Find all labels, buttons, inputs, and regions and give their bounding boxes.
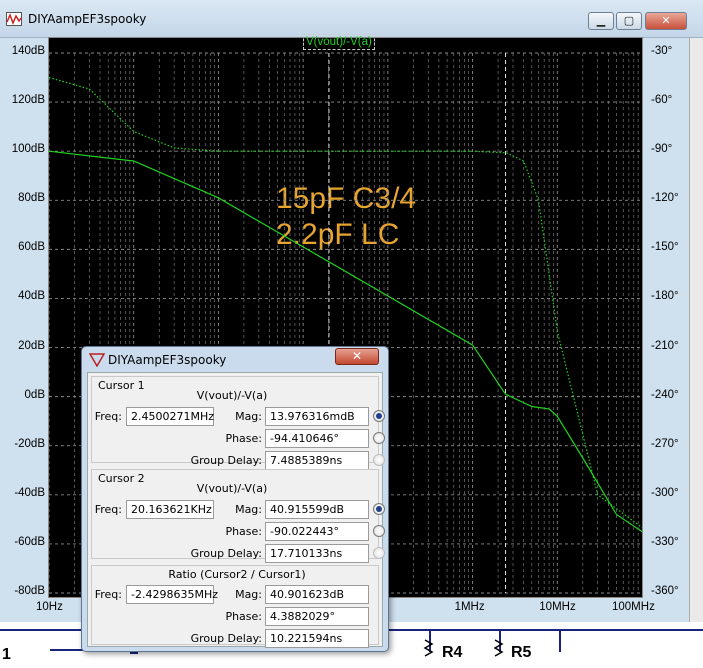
close-icon: ✕ — [351, 349, 363, 363]
y-right-tick-label: -270° — [651, 437, 679, 450]
cursor1-title: Cursor 1 — [98, 379, 145, 392]
ratio-group-delay-label: Group Delay: — [190, 632, 262, 645]
cursor1-freq-label: Freq: — [94, 410, 122, 423]
cursor2-group-delay-radio[interactable] — [373, 547, 385, 559]
cursor2-mag-label: Mag: — [235, 503, 262, 516]
cursor2-group-delay-field[interactable]: 17.710133ns — [265, 544, 369, 563]
cursor1-mag-radio[interactable] — [373, 410, 385, 422]
cursor2-phase-radio[interactable] — [373, 525, 385, 537]
cursor2-group-delay-label: Group Delay: — [190, 547, 262, 560]
x-tick-label: 10Hz — [36, 601, 63, 613]
cursor-dialog-close-button[interactable]: ✕ — [335, 348, 379, 365]
cursor1-expression: V(vout)/-V(a) — [196, 389, 268, 402]
cursor2-freq-field[interactable]: 20.163621KHz — [126, 500, 214, 519]
vertical-scrollbar[interactable] — [689, 38, 703, 622]
y-left-tick-label: 120dB — [11, 94, 45, 107]
cursor-dialog-body: Cursor 1 V(vout)/-V(a) Freq: 2.4500271MH… — [87, 372, 385, 648]
annotation-line-1: 15pF C3/4 — [276, 182, 417, 215]
cursor1-mag-label: Mag: — [235, 410, 262, 423]
y-left-tick-label: 140dB — [11, 45, 45, 57]
cursor1-group: Cursor 1 V(vout)/-V(a) Freq: 2.4500271MH… — [91, 376, 385, 470]
y-right-tick-label: -300° — [651, 486, 679, 499]
cursor1-group-delay-radio[interactable] — [373, 454, 385, 466]
y-left-tick-label: 20dB — [18, 339, 45, 352]
cursor1-phase-radio[interactable] — [373, 432, 385, 444]
close-button[interactable]: ✕ — [645, 12, 687, 30]
cursor1-freq-field[interactable]: 2.4500271MHz — [126, 407, 214, 426]
y-right-tick-label: -90° — [651, 143, 673, 156]
cursor-dialog-icon — [89, 353, 105, 367]
ratio-freq-label: Freq: — [94, 588, 122, 601]
ratio-mag-label: Mag: — [235, 588, 262, 601]
ratio-freq-field[interactable]: -2.4298635MHz — [126, 585, 218, 604]
cursor1-phase-label: Phase: — [225, 432, 262, 445]
annotation-line-2: 2.2pF LC — [276, 218, 400, 251]
schematic-label-r4: R4 — [442, 644, 463, 661]
ratio-mag-field[interactable]: 40.901623dB — [265, 585, 369, 604]
y-right-tick-label: -360° — [651, 585, 679, 597]
trace-label[interactable]: V(vout)/-V(a) — [303, 34, 375, 50]
cursor2-expression: V(vout)/-V(a) — [196, 482, 268, 495]
cursor2-mag-field[interactable]: 40.915599dB — [265, 500, 369, 519]
waveform-app-icon — [6, 12, 22, 26]
y-right-tick-label: -240° — [651, 388, 679, 401]
y-left-tick-label: 0dB — [24, 388, 45, 401]
ratio-group: Ratio (Cursor2 / Cursor1) Freq: -2.42986… — [91, 565, 379, 648]
y-left-tick-label: -80dB — [14, 585, 45, 597]
y-left-tick-label: -40dB — [14, 486, 45, 499]
minimize-icon: ▁ — [596, 14, 606, 27]
x-tick-label: 100MHz — [612, 601, 655, 613]
cursor2-mag-radio[interactable] — [373, 503, 385, 515]
cursor-dialog[interactable]: DIYAampEF3spooky ✕ Cursor 1 V(vout)/-V(a… — [81, 346, 389, 652]
cursor2-phase-label: Phase: — [225, 525, 262, 538]
window-title: DIYAampEF3spooky — [28, 12, 147, 26]
y-right-tick-label: -210° — [651, 339, 679, 352]
schematic-label-r5: R5 — [511, 644, 532, 661]
plot-annotation: 15pF C3/4 2.2pF LC — [276, 181, 416, 253]
schematic-label-node: 1 — [2, 646, 11, 663]
y-right-tick-label: -60° — [651, 94, 673, 107]
y-right-tick-label: -180° — [651, 290, 679, 303]
cursor1-mag-field[interactable]: 13.976316mdB — [265, 407, 369, 426]
maximize-button[interactable]: ▢ — [616, 12, 642, 30]
y-right-tick-label: -120° — [651, 192, 679, 205]
y-left-tick-label: 40dB — [18, 290, 45, 303]
y-left-tick-label: 100dB — [11, 143, 45, 156]
y-left-tick-label: -20dB — [14, 437, 45, 450]
cursor1-group-delay-label: Group Delay: — [190, 454, 262, 467]
window-titlebar[interactable]: DIYAampEF3spooky ▁ ▢ ✕ — [0, 0, 703, 38]
y-left-tick-label: 80dB — [18, 192, 45, 205]
y-left-tick-label: -60dB — [14, 535, 45, 548]
y-left-tick-label: 60dB — [18, 241, 45, 254]
y-right-tick-label: -150° — [651, 241, 679, 254]
x-tick-label: 10MHz — [539, 601, 576, 613]
x-tick-label: 1MHz — [454, 601, 485, 613]
minimize-button[interactable]: ▁ — [588, 12, 614, 30]
cursor-dialog-title: DIYAampEF3spooky — [108, 353, 227, 367]
ratio-phase-field[interactable]: 4.3882029° — [265, 607, 369, 626]
cursor1-phase-field[interactable]: -94.410646° — [265, 429, 369, 448]
ratio-group-delay-field[interactable]: 10.221594ns — [265, 629, 369, 648]
cursor1-group-delay-field[interactable]: 7.4885389ns — [265, 451, 369, 470]
close-icon: ✕ — [661, 14, 671, 27]
cursor2-group: Cursor 2 V(vout)/-V(a) Freq: 20.163621KH… — [91, 469, 385, 563]
cursor2-title: Cursor 2 — [98, 472, 145, 485]
cursor2-phase-field[interactable]: -90.022443° — [265, 522, 369, 541]
ratio-title: Ratio (Cursor2 / Cursor1) — [168, 568, 306, 581]
y-right-tick-label: -330° — [651, 535, 679, 548]
maximize-icon: ▢ — [623, 14, 635, 27]
cursor2-freq-label: Freq: — [94, 503, 122, 516]
y-right-tick-label: -30° — [651, 45, 673, 57]
ratio-phase-label: Phase: — [225, 610, 262, 623]
waveform-window: DIYAampEF3spooky ▁ ▢ ✕ 140dB 120dB 100dB 80… — [0, 0, 703, 664]
